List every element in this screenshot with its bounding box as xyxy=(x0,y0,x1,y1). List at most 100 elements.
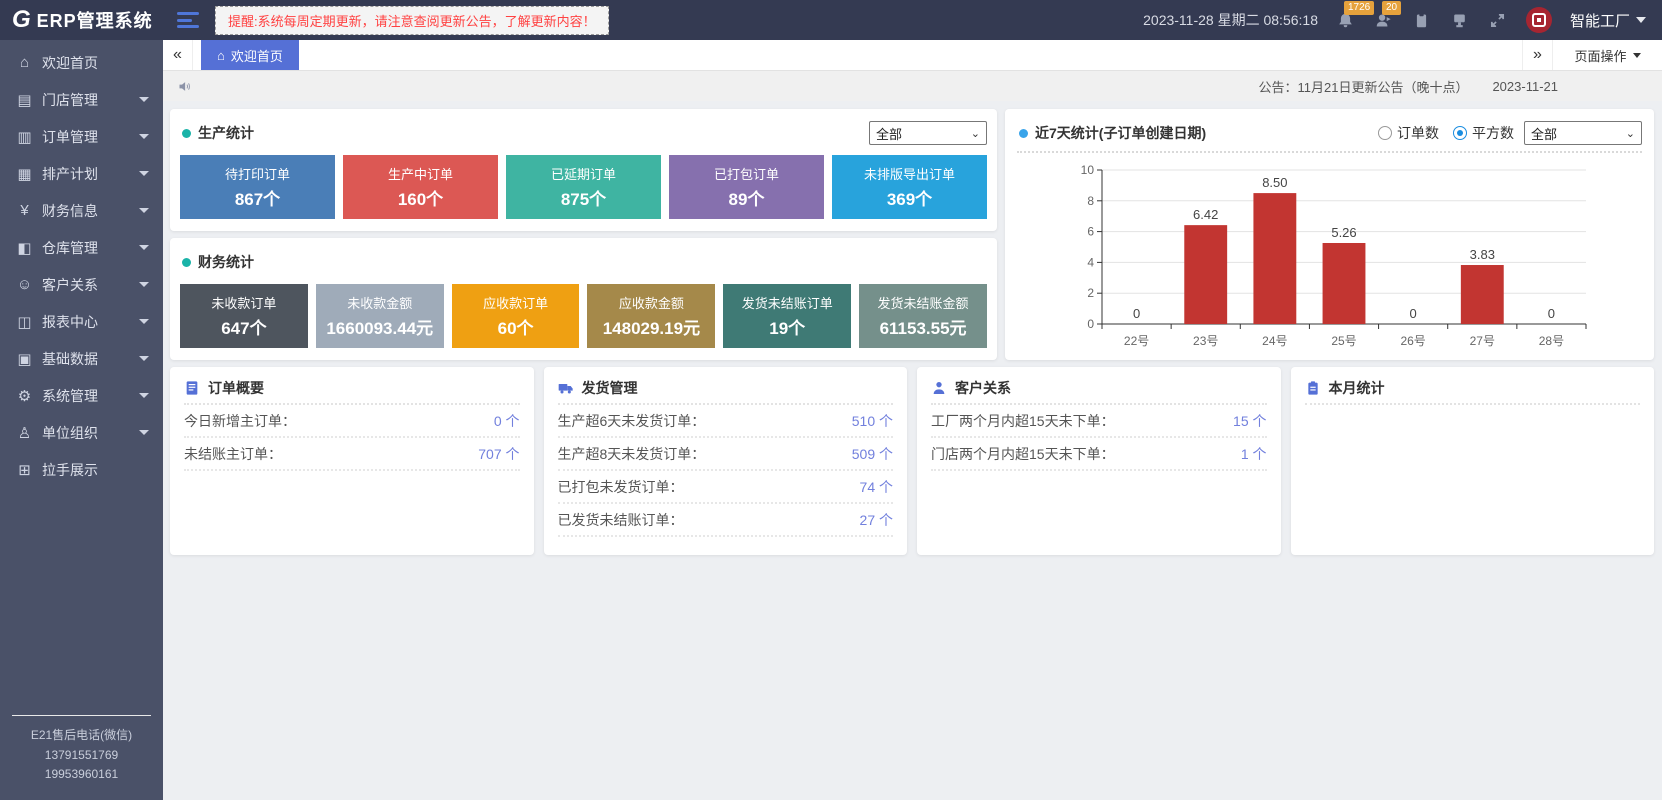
contacts-badge: 20 xyxy=(1382,1,1401,15)
stat-card-unpaid-amount[interactable]: 未收款金额 1660093.44元 xyxy=(316,284,444,348)
info-row: 门店两个月内超15天未下单： 1 个 xyxy=(931,438,1267,471)
page-actions-dropdown[interactable]: 页面操作 xyxy=(1552,40,1662,70)
bar-chart-svg: 0246810022号6.4223号8.5024号5.2625号026号3.83… xyxy=(1066,154,1594,354)
stat-card-to-print[interactable]: 待打印订单 867个 xyxy=(180,155,335,219)
svg-text:22号: 22号 xyxy=(1123,334,1148,348)
sidebar-item-org[interactable]: ♙ 单位组织 xyxy=(0,414,163,451)
svg-text:28号: 28号 xyxy=(1538,334,1563,348)
speaker-icon xyxy=(177,79,192,94)
info-value-link[interactable]: 707 个 xyxy=(478,444,519,464)
chevron-down-icon xyxy=(139,134,149,139)
info-row: 已发货未结账订单： 27 个 xyxy=(558,504,894,537)
chevron-down-icon xyxy=(139,245,149,250)
production-stats-panel: 生产统计 全部 ⌄ 待打印订单 867个 xyxy=(170,109,997,231)
finance-stats-title: 财务统计 xyxy=(198,252,254,272)
person-icon xyxy=(931,380,947,396)
user-name: 智能工厂 xyxy=(1570,10,1630,31)
info-value-link[interactable]: 509 个 xyxy=(852,444,893,464)
tabs-scroll-right[interactable]: » xyxy=(1522,40,1552,70)
home-icon: ⌂ xyxy=(217,48,225,63)
radio-order-count[interactable]: 订单数 xyxy=(1378,123,1439,143)
tab-home[interactable]: ⌂ 欢迎首页 xyxy=(201,40,299,70)
month-stats-panel: 本月统计 xyxy=(1291,367,1655,555)
stat-card-packed[interactable]: 已打包订单 89个 xyxy=(669,155,824,219)
header-datetime: 2023-11-28 星期二 08:56:18 xyxy=(1143,10,1318,30)
chevron-down-icon xyxy=(139,171,149,176)
user-menu[interactable]: 智能工厂 xyxy=(1570,10,1646,31)
svg-text:2: 2 xyxy=(1087,286,1094,300)
sidebar-item-customers[interactable]: ☺ 客户关系 xyxy=(0,266,163,303)
chevron-down-icon xyxy=(139,430,149,435)
info-row: 今日新增主订单： 0 个 xyxy=(184,405,520,438)
info-value-link[interactable]: 74 个 xyxy=(860,477,893,497)
svg-text:26号: 26号 xyxy=(1400,334,1425,348)
reports-icon: ◫ xyxy=(16,313,33,331)
sidebar-item-production-plan[interactable]: ▦ 排产计划 xyxy=(0,155,163,192)
tab-bar: « ⌂ 欢迎首页 » 页面操作 xyxy=(163,40,1662,71)
customers-icon: ☺ xyxy=(16,276,33,293)
sidebar-item-orders[interactable]: ▥ 订单管理 xyxy=(0,118,163,155)
info-row: 生产超8天未发货订单： 509 个 xyxy=(558,438,894,471)
svg-text:25号: 25号 xyxy=(1331,334,1356,348)
plan-icon: ▦ xyxy=(16,165,33,183)
sidebar-item-reports[interactable]: ◫ 报表中心 xyxy=(0,303,163,340)
week-stats-chart-panel: 近7天统计(子订单创建日期) 订单数 平方数 xyxy=(1005,109,1654,360)
panel-dot-icon xyxy=(182,258,191,267)
chevron-down-icon xyxy=(139,319,149,324)
menu-collapse-icon[interactable] xyxy=(177,12,199,28)
info-value-link[interactable]: 1 个 xyxy=(1241,444,1267,464)
tabs-scroll-left[interactable]: « xyxy=(163,40,193,70)
panel-dot-icon xyxy=(1019,129,1028,138)
print-icon[interactable] xyxy=(1450,10,1470,30)
info-row: 生产超6天未发货订单： 510 个 xyxy=(558,405,894,438)
order-icon: ▥ xyxy=(16,128,33,146)
announcement-text[interactable]: 公告：11月21日更新公告（晚十点） xyxy=(1258,77,1468,96)
contacts-icon[interactable]: 20 xyxy=(1374,10,1394,30)
document-icon xyxy=(184,380,200,396)
sidebar-item-handle-display[interactable]: ⊞ 拉手展示 xyxy=(0,451,163,488)
svg-text:23号: 23号 xyxy=(1193,334,1218,348)
announcement-date: 2023-11-21 xyxy=(1492,79,1558,94)
announcement-bar: 公告：11月21日更新公告（晚十点） 2023-11-21 xyxy=(163,71,1662,101)
stat-card-in-production[interactable]: 生产中订单 160个 xyxy=(343,155,498,219)
svg-text:0: 0 xyxy=(1409,306,1416,321)
truck-icon xyxy=(558,380,574,396)
stat-card-delayed[interactable]: 已延期订单 875个 xyxy=(506,155,661,219)
chevron-down-icon xyxy=(139,97,149,102)
svg-text:6: 6 xyxy=(1087,224,1094,238)
store-icon: ▤ xyxy=(16,91,33,109)
user-avatar[interactable] xyxy=(1526,7,1552,33)
bell-icon[interactable]: 1726 xyxy=(1336,10,1356,30)
info-value-link[interactable]: 510 个 xyxy=(852,411,893,431)
info-value-link[interactable]: 0 个 xyxy=(494,411,520,431)
org-icon: ♙ xyxy=(16,424,33,442)
sidebar-item-base-data[interactable]: ▣ 基础数据 xyxy=(0,340,163,377)
sidebar-item-stores[interactable]: ▤ 门店管理 xyxy=(0,81,163,118)
shipping-management-panel: 发货管理 生产超6天未发货订单： 510 个 生产超8天未发货订单： 509 个… xyxy=(544,367,908,555)
stat-card-shipped-unsettled-amount[interactable]: 发货未结账金额 61153.55元 xyxy=(859,284,987,348)
info-value-link[interactable]: 15 个 xyxy=(1233,411,1266,431)
sidebar-item-system[interactable]: ⚙ 系统管理 xyxy=(0,377,163,414)
stat-card-receivable-orders[interactable]: 应收款订单 60个 xyxy=(452,284,580,348)
chart-filter-select[interactable]: 全部 ⌄ xyxy=(1524,121,1642,145)
sidebar-item-home[interactable]: ⌂ 欢迎首页 xyxy=(0,44,163,81)
warehouse-icon: ◧ xyxy=(16,239,33,257)
fullscreen-icon[interactable] xyxy=(1488,10,1508,30)
customer-relations-panel: 客户关系 工厂两个月内超15天未下单： 15 个 门店两个月内超15天未下单： … xyxy=(917,367,1281,555)
sidebar-item-warehouse[interactable]: ◧ 仓库管理 xyxy=(0,229,163,266)
stat-card-shipped-unsettled-orders[interactable]: 发货未结账订单 19个 xyxy=(723,284,851,348)
production-filter-select[interactable]: 全部 ⌄ xyxy=(869,121,987,145)
clipboard-icon[interactable] xyxy=(1412,10,1432,30)
stat-card-unscheduled[interactable]: 未排版导出订单 369个 xyxy=(832,155,987,219)
stat-card-unpaid-orders[interactable]: 未收款订单 647个 xyxy=(180,284,308,348)
svg-text:0: 0 xyxy=(1132,306,1139,321)
chevron-down-icon xyxy=(1633,53,1641,58)
sidebar-item-finance[interactable]: ¥ 财务信息 xyxy=(0,192,163,229)
radio-square-count[interactable]: 平方数 xyxy=(1453,123,1514,143)
support-phone-2: 19953960161 xyxy=(12,765,151,784)
info-row: 已打包未发货订单： 74 个 xyxy=(558,471,894,504)
stat-card-receivable-amount[interactable]: 应收款金额 148029.19元 xyxy=(587,284,715,348)
info-value-link[interactable]: 27 个 xyxy=(860,510,893,530)
support-phone-label: E21售后电话(微信) xyxy=(12,726,151,745)
info-row: 工厂两个月内超15天未下单： 15 个 xyxy=(931,405,1267,438)
